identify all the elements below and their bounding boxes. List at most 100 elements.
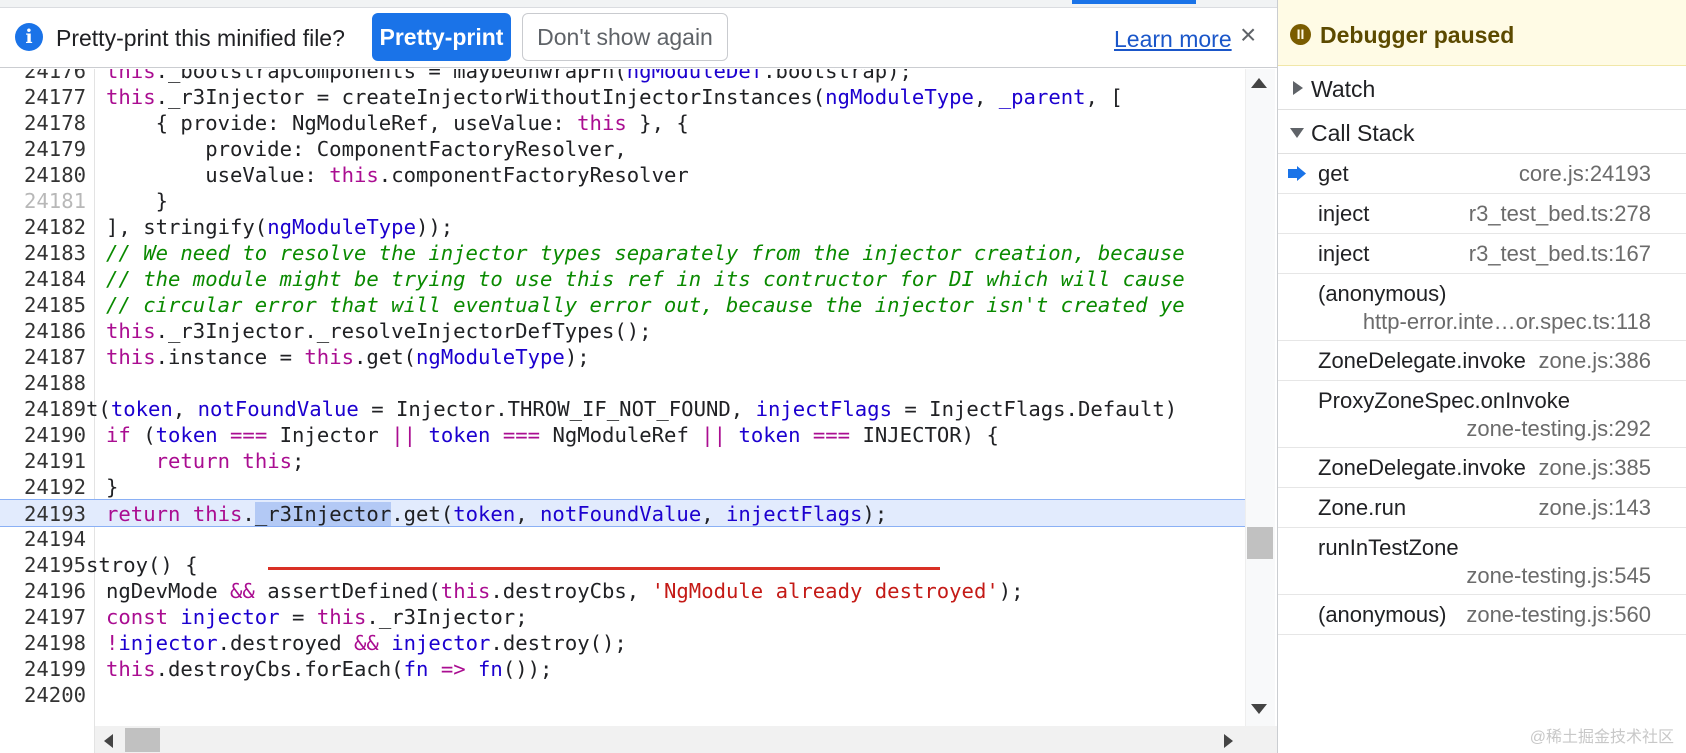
line-number[interactable]: 24187	[0, 343, 86, 371]
code-text[interactable]: { provide: NgModuleRef, useValue: this }…	[106, 109, 689, 137]
code-line[interactable]: 24195 stroy() {	[0, 551, 1245, 579]
frame-source-location[interactable]: zone-testing.js:545	[1466, 563, 1651, 589]
line-number[interactable]: 24190	[0, 421, 86, 449]
frame-source-location[interactable]: r3_test_bed.ts:278	[1469, 201, 1651, 227]
learn-more-link[interactable]: Learn more	[1114, 26, 1232, 53]
code-line[interactable]: 24185 // circular error that will eventua…	[0, 291, 1245, 319]
code-line[interactable]: 24182 ], stringify(ngModuleType));	[0, 213, 1245, 241]
code-line[interactable]: 24190 if (token === Injector || token ===…	[0, 421, 1245, 449]
line-number[interactable]: 24199	[0, 655, 86, 683]
code-text[interactable]: t(token, notFoundValue = Injector.THROW_…	[86, 395, 1177, 423]
code-line[interactable]: 24198 !injector.destroyed && injector.des…	[0, 629, 1245, 657]
code-line[interactable]: 24189 t(token, notFoundValue = Injector.T…	[0, 395, 1245, 423]
call-stack-section-header[interactable]: Call Stack	[1278, 110, 1686, 154]
line-number[interactable]: 24200	[0, 681, 86, 709]
pretty-print-button[interactable]: Pretty-print	[372, 13, 511, 61]
code-text[interactable]: this.instance = this.get(ngModuleType);	[106, 343, 590, 371]
line-number[interactable]: 24191	[0, 447, 86, 475]
code-line[interactable]: 24199 this.destroyCbs.forEach(fn => fn())…	[0, 655, 1245, 683]
code-line[interactable]: 24186 this._r3Injector._resolveInjectorDe…	[0, 317, 1245, 345]
code-text[interactable]: // We need to resolve the injector types…	[106, 239, 1185, 267]
line-number[interactable]: 24177	[0, 83, 86, 111]
code-line[interactable]: 24194	[0, 525, 1245, 553]
code-line[interactable]: 24184 // the module might be trying to us…	[0, 265, 1245, 293]
call-stack-frame[interactable]: Zone.run zone.js:143	[1278, 488, 1686, 528]
code-line[interactable]: 24179 provide: ComponentFactoryResolver,	[0, 135, 1245, 163]
code-text[interactable]: }	[106, 473, 118, 501]
code-line[interactable]: 24197 const injector = this._r3Injector;	[0, 603, 1245, 631]
line-number[interactable]: 24197	[0, 603, 86, 631]
line-number[interactable]: 24181	[0, 187, 86, 215]
frame-source-location[interactable]: zone-testing.js:560	[1466, 602, 1651, 628]
code-text[interactable]: ngDevMode && assertDefined(this.destroyC…	[106, 577, 1024, 605]
code-line[interactable]: 24191 return this;	[0, 447, 1245, 475]
code-text[interactable]: !injector.destroyed && injector.destroy(…	[106, 629, 627, 657]
code-text[interactable]: const injector = this._r3Injector;	[106, 603, 528, 631]
code-line[interactable]: 24187 this.instance = this.get(ngModuleTy…	[0, 343, 1245, 371]
code-editor[interactable]: 24176 this._bootstrapComponents = maybeUn…	[0, 69, 1277, 753]
code-line[interactable]: 24196 ngDevMode && assertDefined(this.des…	[0, 577, 1245, 605]
frame-source-location[interactable]: zone.js:386	[1538, 348, 1651, 374]
line-number[interactable]: 24185	[0, 291, 86, 319]
call-stack-frame[interactable]: ZoneDelegate.invoke zone.js:386	[1278, 341, 1686, 381]
line-number[interactable]: 24179	[0, 135, 86, 163]
call-stack-frame[interactable]: inject r3_test_bed.ts:278	[1278, 194, 1686, 234]
code-line[interactable]: 24192}	[0, 473, 1245, 501]
code-text[interactable]: if (token === Injector || token === NgMo…	[106, 421, 999, 449]
line-number[interactable]: 24194	[0, 525, 86, 553]
code-line[interactable]: 24178 { provide: NgModuleRef, useValue: …	[0, 109, 1245, 137]
code-text[interactable]: ], stringify(ngModuleType));	[106, 213, 453, 241]
code-line[interactable]: 24200	[0, 681, 1245, 709]
call-stack-frame-current[interactable]: get core.js:24193	[1278, 154, 1686, 194]
code-text[interactable]: provide: ComponentFactoryResolver,	[106, 135, 627, 163]
code-text[interactable]: this.destroyCbs.forEach(fn => fn());	[106, 655, 552, 683]
code-line[interactable]: 24183 // We need to resolve the injector …	[0, 239, 1245, 267]
horizontal-scroll-thumb[interactable]	[125, 728, 160, 752]
code-line[interactable]: 24188	[0, 369, 1245, 397]
line-number[interactable]: 24183	[0, 239, 86, 267]
frame-source-location[interactable]: zone.js:143	[1538, 495, 1651, 521]
frame-source-location[interactable]: r3_test_bed.ts:167	[1469, 241, 1651, 267]
horizontal-scrollbar[interactable]	[95, 726, 1245, 753]
line-number[interactable]: 24180	[0, 161, 86, 189]
active-tab-indicator[interactable]	[1072, 0, 1196, 4]
call-stack-frame[interactable]: runInTestZone zone-testing.js:545	[1278, 528, 1686, 595]
vertical-scroll-thumb[interactable]	[1247, 527, 1273, 559]
call-stack-frame[interactable]: (anonymous) http-error.inte…or.spec.ts:11…	[1278, 274, 1686, 341]
scroll-left-arrow-icon[interactable]	[104, 734, 113, 748]
line-number[interactable]: 24193	[0, 500, 86, 528]
line-number[interactable]: 24198	[0, 629, 86, 657]
vertical-scrollbar[interactable]	[1245, 69, 1275, 726]
line-number[interactable]: 24195	[0, 551, 86, 579]
frame-source-location[interactable]: http-error.inte…or.spec.ts:118	[1363, 309, 1651, 335]
code-text[interactable]: }	[106, 187, 168, 215]
scroll-down-arrow-icon[interactable]	[1251, 704, 1267, 714]
frame-source-location[interactable]: zone-testing.js:292	[1466, 416, 1651, 442]
code-text[interactable]: // the module might be trying to use thi…	[106, 265, 1185, 293]
code-text[interactable]: this._r3Injector._resolveInjectorDefType…	[106, 317, 652, 345]
line-number[interactable]: 24184	[0, 265, 86, 293]
line-number[interactable]: 24178	[0, 109, 86, 137]
code-line[interactable]: 24181 }	[0, 187, 1245, 215]
code-line[interactable]: 24177 this._r3Injector = createInjectorWi…	[0, 83, 1245, 111]
code-text[interactable]: useValue: this.componentFactoryResolver	[106, 161, 689, 189]
scroll-right-arrow-icon[interactable]	[1224, 734, 1233, 748]
line-number[interactable]: 24182	[0, 213, 86, 241]
current-execution-line[interactable]: 24193 return this._r3Injector.get(token, …	[0, 499, 1245, 527]
frame-source-location[interactable]: core.js:24193	[1519, 161, 1651, 187]
code-text[interactable]: return this;	[106, 447, 305, 475]
call-stack-frame[interactable]: ZoneDelegate.invoke zone.js:385	[1278, 448, 1686, 488]
call-stack-frame[interactable]: (anonymous) zone-testing.js:560	[1278, 595, 1686, 635]
scroll-up-arrow-icon[interactable]	[1251, 78, 1267, 88]
dont-show-again-button[interactable]: Don't show again	[522, 13, 728, 61]
code-line[interactable]: 24180 useValue: this.componentFactoryRes…	[0, 161, 1245, 189]
call-stack-frame[interactable]: inject r3_test_bed.ts:167	[1278, 234, 1686, 274]
code-text[interactable]: return this._r3Injector.get(token, notFo…	[106, 500, 887, 528]
close-icon[interactable]: ×	[1240, 21, 1256, 49]
code-text[interactable]: this._r3Injector = createInjectorWithout…	[106, 83, 1123, 111]
line-number[interactable]: 24188	[0, 369, 86, 397]
call-stack-frame[interactable]: ProxyZoneSpec.onInvoke zone-testing.js:29…	[1278, 381, 1686, 448]
frame-source-location[interactable]: zone.js:385	[1538, 455, 1651, 481]
line-number[interactable]: 24189	[0, 395, 86, 423]
watch-section-header[interactable]: Watch	[1278, 66, 1686, 110]
